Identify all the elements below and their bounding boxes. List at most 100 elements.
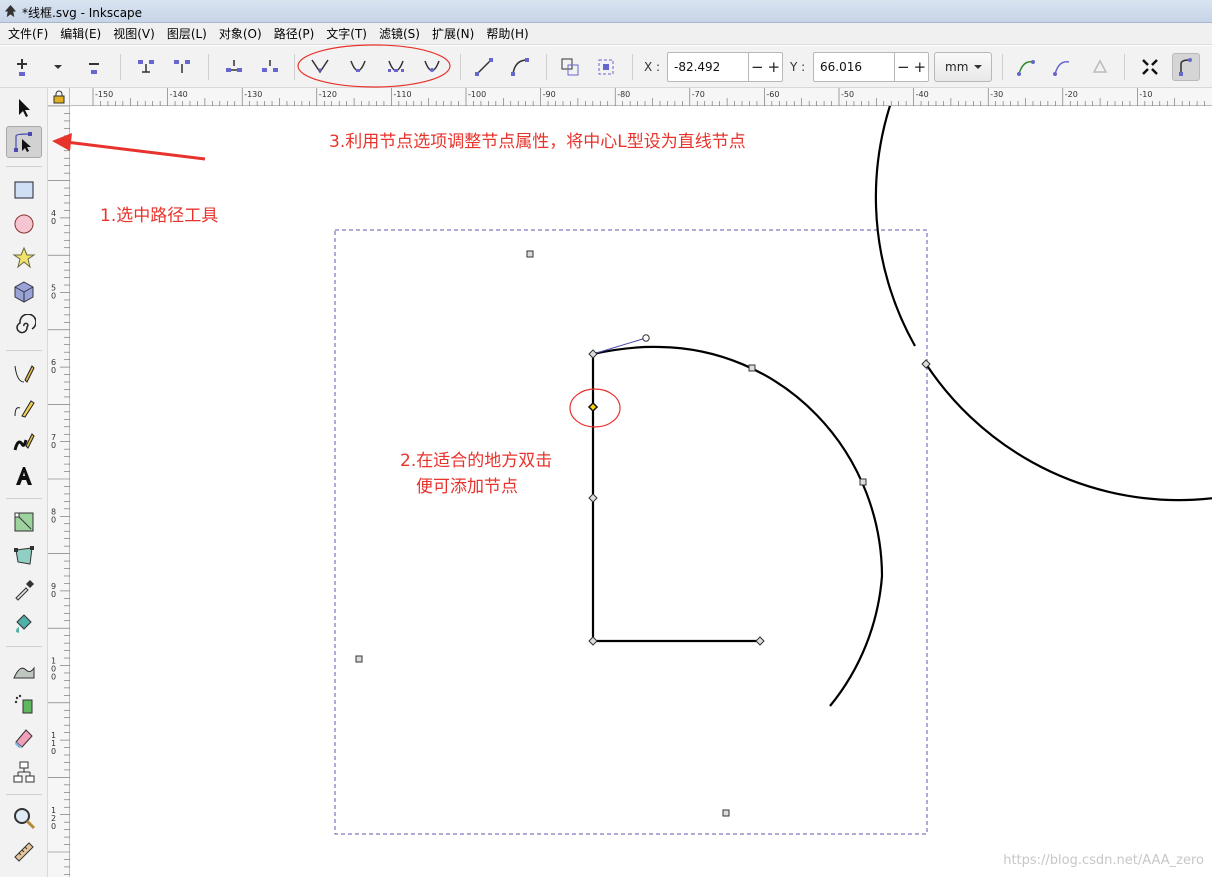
- line-segment-icon: [475, 58, 493, 76]
- rectangle-tool[interactable]: [6, 174, 42, 206]
- x-coordinate-input[interactable]: [667, 52, 749, 82]
- plus-icon[interactable]: +: [767, 58, 780, 76]
- ellipse-tool[interactable]: [6, 208, 42, 240]
- make-cusp-node-button[interactable]: [306, 53, 334, 81]
- make-auto-smooth-node-button[interactable]: [418, 53, 446, 81]
- mesh-icon: [14, 546, 34, 565]
- show-clip-path-button[interactable]: [1048, 53, 1076, 81]
- horizontal-ruler[interactable]: -150 -140 -130 -120 -110 -100 -90 -80 -70 -60 -50 -…: [70, 88, 1212, 106]
- mesh-tool[interactable]: [6, 540, 42, 572]
- dropper-tool[interactable]: [6, 574, 42, 606]
- show-transform-handles-button[interactable]: [1012, 53, 1040, 81]
- y-coordinate-stepper[interactable]: − +: [895, 52, 929, 82]
- show-transform-handles-toggle[interactable]: [1136, 53, 1164, 81]
- node-outer-bottom[interactable]: [722, 809, 730, 817]
- outer-circle-arc[interactable]: [874, 106, 1212, 502]
- menu-bar: 文件(F) 编辑(E) 视图(V) 图层(L) 对象(O) 路径(P) 文字(T…: [0, 23, 1212, 45]
- make-line-segment-button[interactable]: [470, 53, 498, 81]
- zoom-tool[interactable]: [6, 802, 42, 834]
- node-l-middle[interactable]: [588, 493, 598, 503]
- pencil-tool[interactable]: [6, 392, 42, 424]
- minus-icon[interactable]: −: [897, 58, 910, 76]
- menu-help[interactable]: 帮助(H): [482, 25, 536, 42]
- unit-value: mm: [945, 60, 969, 74]
- ruler-tick-label: -100: [468, 90, 486, 99]
- delete-node-icon: [89, 63, 99, 74]
- node-outer-left[interactable]: [355, 655, 363, 663]
- menu-layer[interactable]: 图层(L): [163, 25, 215, 42]
- node-l-top[interactable]: [588, 349, 598, 359]
- paint-bucket-tool[interactable]: [6, 608, 42, 640]
- eraser-tool[interactable]: [6, 722, 42, 754]
- text-tool[interactable]: [6, 460, 42, 492]
- break-path-button[interactable]: [168, 53, 196, 81]
- join-segment-button[interactable]: [220, 53, 248, 81]
- stroke-to-path-button[interactable]: [592, 53, 620, 81]
- menu-file[interactable]: 文件(F): [4, 25, 56, 42]
- menu-edit[interactable]: 编辑(E): [56, 25, 109, 42]
- pencil-icon: [14, 400, 35, 418]
- ruler-tick-label: 0: [51, 515, 56, 524]
- ruler-tick-label: -10: [1139, 90, 1152, 99]
- ruler-tick-label: 0: [51, 441, 56, 450]
- 3d-box-tool[interactable]: [6, 276, 42, 308]
- star-tool[interactable]: [6, 242, 42, 274]
- join-segment-icon: [226, 60, 242, 72]
- connector-tool[interactable]: [6, 756, 42, 788]
- cube-icon: [14, 281, 34, 303]
- object-to-path-button[interactable]: [556, 53, 584, 81]
- node-tool[interactable]: [6, 126, 42, 158]
- arrow-pointer-icon: [19, 99, 30, 117]
- unit-select[interactable]: mm: [934, 52, 992, 82]
- spiral-tool[interactable]: [6, 310, 42, 342]
- insert-node-button[interactable]: [8, 53, 36, 81]
- node-inner-right[interactable]: [859, 478, 867, 486]
- pen-tool[interactable]: [6, 358, 42, 390]
- node-outer-top[interactable]: [526, 250, 534, 258]
- delete-segment-button[interactable]: [256, 53, 284, 81]
- lock-icon: [53, 90, 65, 104]
- insert-node-dropdown[interactable]: [44, 53, 72, 81]
- make-curve-segment-button[interactable]: [506, 53, 534, 81]
- y-coordinate-input[interactable]: [813, 52, 895, 82]
- l-shape-path[interactable]: [591, 354, 760, 643]
- vertical-ruler[interactable]: 405060708090100110120: [48, 105, 70, 877]
- node-l-corner[interactable]: [588, 636, 598, 646]
- break-path-icon: [174, 60, 190, 73]
- ruler-tick-label: 0: [51, 822, 56, 831]
- node-inner-top[interactable]: [748, 364, 756, 372]
- menu-extensions[interactable]: 扩展(N): [428, 25, 482, 42]
- vertical-ruler-scale: 405060708090100110120: [48, 105, 70, 875]
- rectangle-icon: [14, 181, 34, 199]
- make-symmetric-node-button[interactable]: [382, 53, 410, 81]
- make-smooth-node-button[interactable]: [344, 53, 372, 81]
- x-coordinate-stepper[interactable]: − +: [749, 52, 783, 82]
- node-l-end[interactable]: [755, 636, 765, 646]
- join-nodes-button[interactable]: [132, 53, 160, 81]
- measure-tool[interactable]: [6, 836, 42, 868]
- join-nodes-icon: [138, 60, 154, 73]
- menu-filters[interactable]: 滤镜(S): [375, 25, 428, 42]
- ruler-tick-label: 0: [51, 292, 56, 301]
- menu-text[interactable]: 文字(T): [322, 25, 375, 42]
- selector-tool[interactable]: [6, 92, 42, 124]
- bezier-handle-knob[interactable]: [642, 334, 650, 342]
- plus-icon[interactable]: +: [913, 58, 926, 76]
- horizontal-ruler-scale: -150 -140 -130 -120 -110 -100 -90 -80 -70 -60 -50 -…: [92, 88, 1205, 106]
- show-mask-button[interactable]: [1086, 53, 1114, 81]
- menu-path[interactable]: 路径(P): [270, 25, 323, 42]
- inner-arc-path[interactable]: [592, 345, 884, 707]
- drawing-canvas[interactable]: 1.选中路径工具 3.利用节点选项调整节点属性，将中心L型设为直线节点 2.在适…: [70, 106, 1212, 877]
- ruler-tick-label: -20: [1065, 90, 1078, 99]
- menu-view[interactable]: 视图(V): [109, 25, 163, 42]
- show-handles-toggle[interactable]: [1172, 53, 1200, 81]
- menu-object[interactable]: 对象(O): [215, 25, 270, 42]
- minus-icon[interactable]: −: [751, 58, 764, 76]
- spray-tool[interactable]: [6, 688, 42, 720]
- node-added-selected[interactable]: [587, 401, 599, 413]
- gradient-tool[interactable]: [6, 506, 42, 538]
- tweak-tool[interactable]: [6, 654, 42, 686]
- delete-node-button[interactable]: [80, 53, 108, 81]
- calligraphy-tool[interactable]: [6, 426, 42, 458]
- smooth-node-icon: [350, 60, 366, 72]
